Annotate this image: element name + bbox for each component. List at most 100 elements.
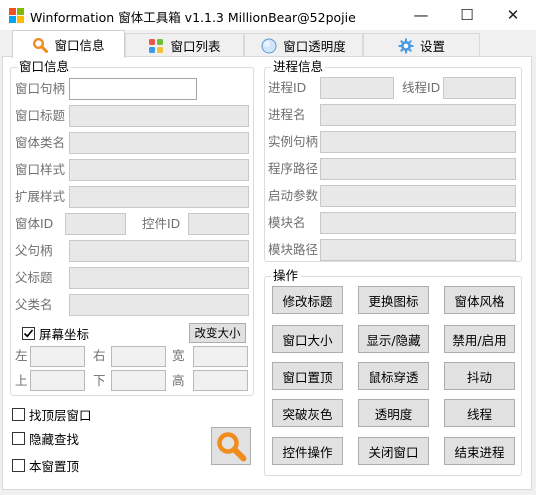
left-label: 左 bbox=[15, 348, 28, 363]
globe-icon bbox=[261, 38, 277, 54]
search-icon bbox=[217, 432, 247, 462]
resize-button[interactable]: 改变大小 bbox=[189, 323, 246, 343]
exstyle-label: 扩展样式 bbox=[15, 189, 66, 204]
checkbox-label: 隐藏查找 bbox=[29, 432, 80, 447]
top-input[interactable] bbox=[30, 370, 85, 391]
module-path-label: 模块路径 bbox=[268, 242, 319, 257]
thread-id-field[interactable] bbox=[443, 77, 516, 99]
window-title: Winformation 窗体工具箱 v1.1.3 MillionBear@52… bbox=[30, 10, 356, 25]
disable-enable-button[interactable]: 禁用/启用 bbox=[444, 325, 515, 353]
checkbox-label: 屏幕坐标 bbox=[39, 327, 90, 342]
bottom-label: 下 bbox=[93, 373, 106, 388]
process-name-field[interactable] bbox=[320, 104, 516, 126]
extended-style-field[interactable] bbox=[69, 186, 249, 208]
control-id-label: 控件ID bbox=[142, 216, 181, 231]
mouse-passthrough-button[interactable]: 鼠标穿透 bbox=[358, 362, 429, 390]
group-title: 窗口信息 bbox=[17, 59, 72, 74]
module-path-field[interactable] bbox=[320, 239, 516, 261]
tab-window-info[interactable]: 窗口信息 bbox=[12, 30, 125, 58]
window-style-button[interactable]: 窗体风格 bbox=[444, 286, 515, 314]
show-hide-button[interactable]: 显示/隐藏 bbox=[358, 325, 429, 353]
instance-handle-field[interactable] bbox=[320, 131, 516, 153]
close-window-button[interactable]: 关闭窗口 bbox=[358, 437, 429, 465]
process-name-label: 进程名 bbox=[268, 107, 306, 122]
program-path-label: 程序路径 bbox=[268, 161, 319, 176]
handle-label: 窗口句柄 bbox=[15, 81, 66, 96]
end-process-button[interactable]: 结束进程 bbox=[444, 437, 515, 465]
right-input[interactable] bbox=[111, 346, 166, 367]
parent-title-field[interactable] bbox=[69, 267, 249, 289]
checkbox-label: 找顶层窗口 bbox=[29, 408, 92, 423]
tab-label: 窗口透明度 bbox=[283, 39, 346, 54]
window-class-field[interactable] bbox=[69, 132, 249, 154]
process-id-field[interactable] bbox=[320, 77, 394, 99]
close-button[interactable]: ✕ bbox=[490, 0, 536, 30]
window-topmost-button[interactable]: 窗口置顶 bbox=[272, 362, 343, 390]
group-title: 进程信息 bbox=[271, 59, 326, 74]
parent-class-label: 父类名 bbox=[15, 297, 53, 312]
break-grayed-button[interactable]: 突破灰色 bbox=[272, 399, 343, 427]
parent-handle-label: 父句柄 bbox=[15, 243, 53, 258]
startup-args-field[interactable] bbox=[320, 185, 516, 207]
group-title: 操作 bbox=[271, 268, 301, 283]
module-name-label: 模块名 bbox=[268, 215, 306, 230]
style-label: 窗口样式 bbox=[15, 162, 66, 177]
checkmark-icon bbox=[23, 329, 34, 338]
title-bar[interactable]: Winformation 窗体工具箱 v1.1.3 MillionBear@52… bbox=[0, 0, 536, 30]
pid-label: 进程ID bbox=[268, 80, 307, 95]
minimize-button[interactable]: — bbox=[398, 0, 444, 30]
bottom-input[interactable] bbox=[111, 370, 166, 391]
find-window-button[interactable] bbox=[211, 427, 251, 465]
window-title-field[interactable] bbox=[69, 105, 249, 127]
windows-logo-icon bbox=[148, 38, 164, 54]
change-icon-button[interactable]: 更换图标 bbox=[358, 286, 429, 314]
width-label: 宽 bbox=[172, 348, 185, 363]
parent-handle-field[interactable] bbox=[69, 240, 249, 262]
control-operation-button[interactable]: 控件操作 bbox=[272, 437, 343, 465]
control-id-field[interactable] bbox=[188, 213, 249, 235]
tid-label: 线程ID bbox=[402, 80, 441, 95]
checkbox-box bbox=[12, 408, 25, 421]
left-input[interactable] bbox=[30, 346, 85, 367]
checkbox-label: 本窗置顶 bbox=[29, 459, 80, 474]
checkbox-box bbox=[22, 327, 35, 340]
height-input[interactable] bbox=[193, 370, 248, 391]
program-path-field[interactable] bbox=[320, 158, 516, 180]
thread-button[interactable]: 线程 bbox=[444, 399, 515, 427]
screen-coords-checkbox[interactable]: 屏幕坐标 bbox=[22, 324, 89, 343]
window-style-field[interactable] bbox=[69, 159, 249, 181]
hide-search-checkbox[interactable]: 隐藏查找 bbox=[12, 429, 79, 448]
startup-args-label: 启动参数 bbox=[268, 188, 319, 203]
right-label: 右 bbox=[93, 348, 106, 363]
title-label: 窗口标题 bbox=[15, 108, 66, 123]
modify-title-button[interactable]: 修改标题 bbox=[272, 286, 343, 314]
parent-class-field[interactable] bbox=[69, 294, 249, 316]
tab-window-opacity[interactable]: 窗口透明度 bbox=[244, 33, 363, 57]
width-input[interactable] bbox=[193, 346, 248, 367]
find-top-window-checkbox[interactable]: 找顶层窗口 bbox=[12, 405, 92, 424]
height-label: 高 bbox=[172, 373, 185, 388]
opacity-button[interactable]: 透明度 bbox=[358, 399, 429, 427]
class-label: 窗体类名 bbox=[15, 135, 66, 150]
module-name-field[interactable] bbox=[320, 212, 516, 234]
search-icon bbox=[32, 37, 49, 53]
tab-bar: 窗口信息 窗口列表 窗口透明度 设置 bbox=[0, 30, 536, 58]
window-handle-input[interactable] bbox=[69, 78, 197, 100]
checkbox-box bbox=[12, 459, 25, 472]
topmost-checkbox[interactable]: 本窗置顶 bbox=[12, 456, 79, 475]
maximize-button[interactable]: ☐ bbox=[444, 0, 490, 30]
window-id-label: 窗体ID bbox=[15, 216, 54, 231]
checkbox-box bbox=[12, 432, 25, 445]
tab-label: 设置 bbox=[419, 39, 445, 54]
tab-settings[interactable]: 设置 bbox=[363, 33, 480, 57]
gear-icon bbox=[398, 38, 414, 54]
app-icon bbox=[9, 8, 24, 23]
window-size-button[interactable]: 窗口大小 bbox=[272, 325, 343, 353]
shake-button[interactable]: 抖动 bbox=[444, 362, 515, 390]
parent-title-label: 父标题 bbox=[15, 270, 53, 285]
instance-handle-label: 实例句柄 bbox=[268, 134, 319, 149]
top-label: 上 bbox=[15, 373, 28, 388]
tab-window-list[interactable]: 窗口列表 bbox=[125, 33, 244, 57]
tab-label: 窗口列表 bbox=[170, 39, 221, 54]
window-id-field[interactable] bbox=[65, 213, 126, 235]
